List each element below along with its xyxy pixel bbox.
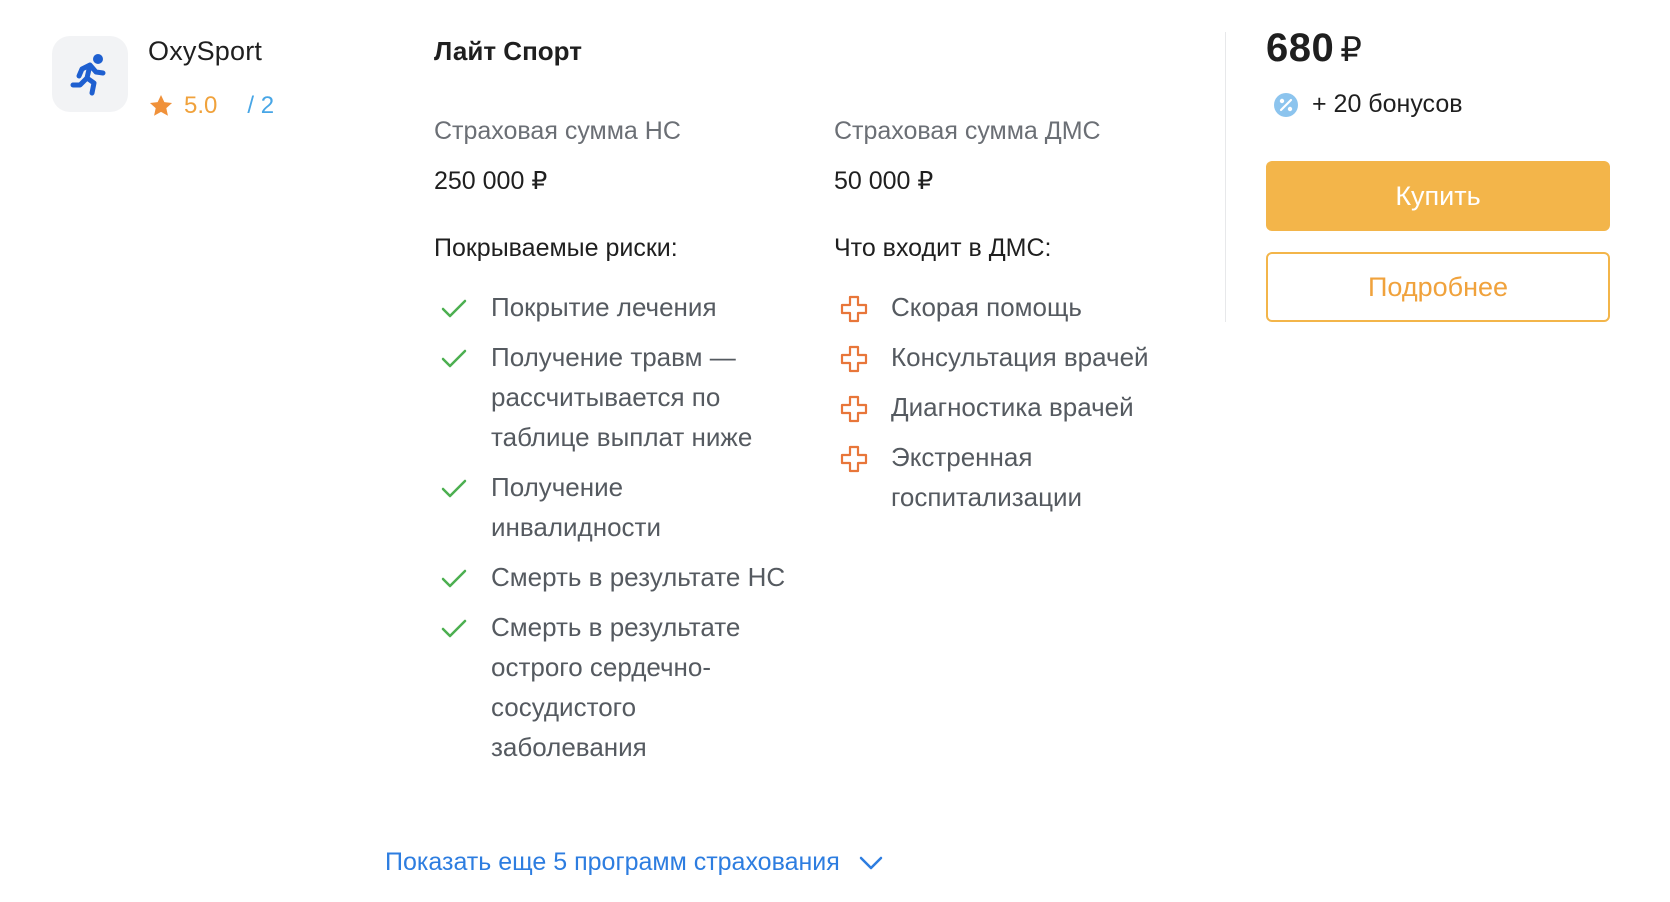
show-more-programs-link[interactable]: Показать еще 5 программ страхования <box>385 848 884 877</box>
show-more-label: Показать еще 5 программ страхования <box>385 848 840 876</box>
risk-item: Смерть в результате острого сердечно-сос… <box>434 607 794 767</box>
medical-cross-icon <box>840 295 868 323</box>
company-name: OxySport <box>148 36 263 66</box>
risks-list: Покрытие лечения Получение травм — рассч… <box>434 287 794 777</box>
bonus-info: + 20 бонусов <box>1272 90 1463 119</box>
dms-label: Скорая помощь <box>891 292 1082 322</box>
check-icon <box>441 299 467 318</box>
check-icon <box>441 619 467 638</box>
dms-label: Диагностика врачей <box>891 392 1134 422</box>
dms-item: Диагностика врачей <box>834 387 1214 427</box>
column-divider <box>1225 32 1226 322</box>
buy-button[interactable]: Купить <box>1266 161 1610 231</box>
bonus-text: + 20 бонусов <box>1312 90 1463 118</box>
star-icon <box>149 94 173 116</box>
risk-label: Покрытие лечения <box>491 292 717 322</box>
price: 680 ₽ <box>1266 26 1362 71</box>
check-icon <box>441 479 467 498</box>
risk-label: Получение инвалидности <box>491 472 661 542</box>
check-icon <box>441 349 467 368</box>
risk-label: Получение травм — рассчитывается по табл… <box>491 342 753 452</box>
risk-item: Покрытие лечения <box>434 287 794 327</box>
risk-item: Смерть в результате НС <box>434 557 794 597</box>
ns-sum-value: 250 000 ₽ <box>434 167 548 195</box>
chevron-down-icon <box>859 856 883 869</box>
risk-label: Смерть в результате НС <box>491 562 786 592</box>
company-logo <box>52 36 128 112</box>
dms-label: Экстренная госпитализации <box>891 442 1083 512</box>
medical-cross-icon <box>840 345 868 373</box>
check-icon <box>441 569 467 588</box>
dms-item: Скорая помощь <box>834 287 1214 327</box>
reviews-link[interactable]: / 2 <box>247 92 274 120</box>
dms-item: Экстренная госпитализации <box>834 437 1214 517</box>
dms-label: Консультация врачей <box>891 342 1149 372</box>
running-person-icon <box>70 54 106 96</box>
ns-sum-label: Страховая сумма НС <box>434 117 681 145</box>
details-button[interactable]: Подробнее <box>1266 252 1610 322</box>
program-title: Лайт Спорт <box>434 36 582 66</box>
medical-cross-icon <box>840 395 868 423</box>
risks-title: Покрываемые риски: <box>434 234 678 262</box>
dms-title: Что входит в ДМС: <box>834 234 1052 262</box>
dms-list: Скорая помощь Консультация врачей Диагно… <box>834 287 1214 527</box>
price-value: 680 <box>1266 26 1335 70</box>
dms-sum-value: 50 000 ₽ <box>834 167 934 195</box>
risk-item: Получение инвалидности <box>434 467 794 547</box>
risk-item: Получение травм — рассчитывается по табл… <box>434 337 794 457</box>
dms-sum-label: Страховая сумма ДМС <box>834 117 1101 145</box>
price-currency: ₽ <box>1340 31 1363 69</box>
insurance-offer-card: OxySport 5.0 / 2 Лайт Спорт Страховая су… <box>0 0 1670 902</box>
bonus-coin-icon <box>1274 92 1298 117</box>
dms-item: Консультация врачей <box>834 337 1214 377</box>
company-rating: 5.0 / 2 <box>148 92 274 120</box>
rating-score: 5.0 <box>184 92 218 119</box>
risk-label: Смерть в результате острого сердечно-сос… <box>491 612 741 762</box>
medical-cross-icon <box>840 445 868 473</box>
